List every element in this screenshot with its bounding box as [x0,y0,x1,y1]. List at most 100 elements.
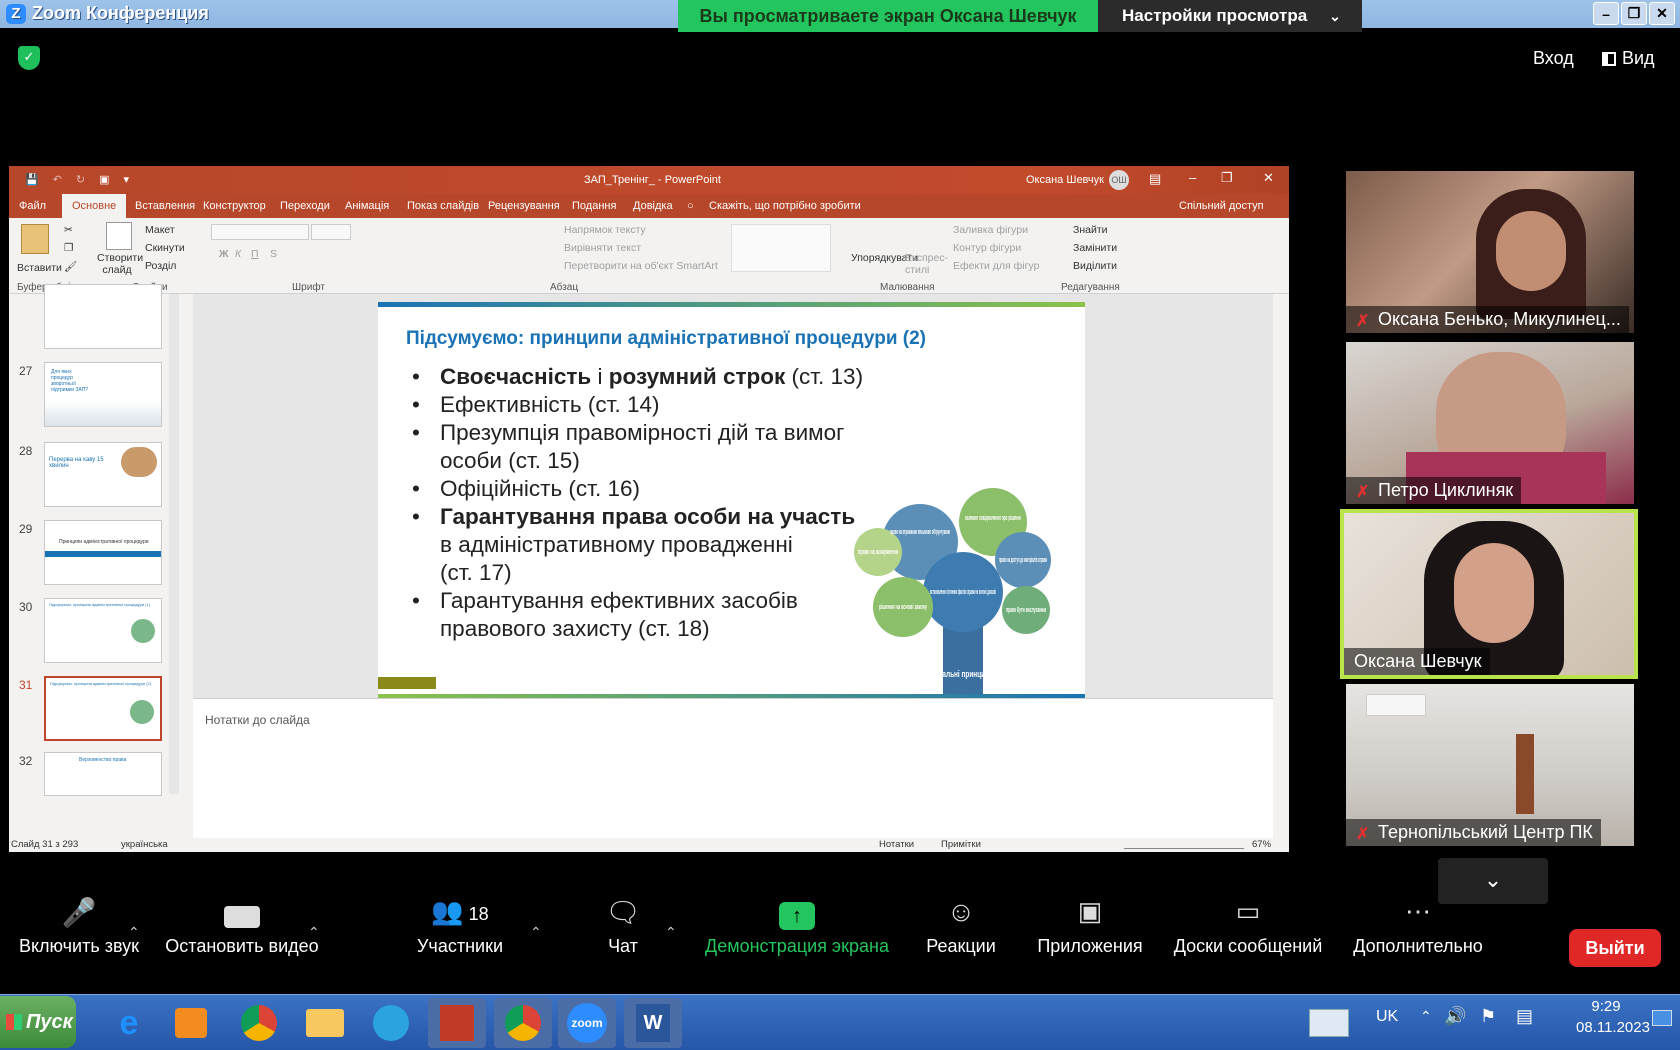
participant-video[interactable]: ✗ Оксана Бенько, Микулинец... [1346,171,1634,333]
notes-toggle[interactable]: Нотатки [879,839,914,850]
align-text-button[interactable]: Вирівняти текст [564,242,641,254]
apps-button[interactable]: ▣ Приложения [1030,896,1150,957]
underline-button[interactable]: П [251,248,259,260]
find-button[interactable]: Знайти [1073,224,1108,236]
share-screen-button[interactable]: ↑ Демонстрация экрана [697,896,897,957]
tell-me-box[interactable]: Скажіть, що потрібно зробити [709,200,861,212]
stop-video-button[interactable]: Остановить видео [162,896,322,957]
audio-options-caret[interactable]: ⌃ [128,924,140,941]
network-icon[interactable]: ▤ [1516,1006,1533,1027]
cut-icon[interactable]: ✂ [64,224,73,236]
language-indicator[interactable]: українська [121,839,168,850]
shape-fill-button[interactable]: Заливка фігури [953,224,1028,236]
internet-explorer-icon[interactable]: e [100,998,158,1048]
chat-button[interactable]: 🗨 Чат [593,896,653,957]
slide-thumbnail[interactable] [44,284,162,349]
tab-home[interactable]: Основне [62,194,127,218]
layout-button[interactable]: Макет [145,224,175,236]
folder-icon[interactable] [296,998,354,1048]
tab-insert[interactable]: Вставлення [135,200,195,212]
volume-icon[interactable]: 🔊 [1444,1006,1466,1027]
reactions-button[interactable]: ☺ Реакции [921,896,1001,957]
action-center-flag-icon[interactable]: ⚑ [1480,1006,1496,1027]
replace-button[interactable]: Замінити [1073,242,1117,254]
participant-video[interactable]: ✗ Тернопільський Центр ПК [1346,684,1634,846]
zoom-level[interactable]: 67% [1252,839,1271,850]
participant-video-active-speaker[interactable]: Оксана Шевчук [1340,509,1638,679]
start-button[interactable]: Пуск [0,996,76,1048]
font-name-select[interactable] [211,224,309,240]
view-button[interactable]: Вид [1602,48,1655,69]
word-taskbar-icon[interactable]: W [624,998,682,1048]
smartart-button[interactable]: Перетворити на об'єкт SmartArt [564,260,718,272]
zoom-taskbar-icon[interactable]: zoom [558,998,616,1048]
slide-thumbnail[interactable]: Перерва на каву 15 хвилин [44,442,162,507]
format-painter-icon[interactable]: 🖌 [64,260,77,273]
ppt-restore-button[interactable]: ❐ [1221,170,1233,186]
show-desktop-button[interactable] [1652,1010,1672,1026]
chrome-profile-icon[interactable] [494,998,552,1048]
slide-thumbnail-selected[interactable]: Підсумуємо: принципи адміністративної пр… [44,676,162,741]
reset-button[interactable]: Скинути [145,242,185,254]
share-button[interactable]: Спільний доступ [1179,200,1264,212]
tab-slideshow[interactable]: Показ слайдів [407,200,479,212]
shadow-button[interactable]: S [270,248,277,260]
section-button[interactable]: Розділ [145,260,176,272]
more-button[interactable]: ⋯ Дополнительно [1348,896,1488,957]
security-shield-icon[interactable]: ✓ [18,46,40,70]
zoom-slider[interactable] [1124,837,1244,849]
telegram-icon[interactable] [362,998,420,1048]
chat-options-caret[interactable]: ⌃ [665,924,677,941]
participants-options-caret[interactable]: ⌃ [530,924,542,941]
slide-scrollbar[interactable] [1274,294,1286,698]
slide-thumbnail[interactable]: Для яких процедур зворотньої підтримки З… [44,362,162,427]
restore-button[interactable]: ❐ [1621,2,1647,25]
customize-icon[interactable]: ▾ [124,173,130,186]
notes-pane[interactable]: Нотатки до слайда [193,698,1273,838]
tab-view[interactable]: Подання [572,200,616,212]
undo-icon[interactable]: ↶ [53,173,62,186]
minimize-button[interactable]: – [1593,2,1619,25]
redo-icon[interactable]: ↻ [76,173,85,186]
unmute-audio-button[interactable]: 🎤 Включить звук [14,896,144,957]
tab-help[interactable]: Довідка [633,200,673,212]
view-options-button[interactable]: Настройки просмотра ⌄ [1098,0,1362,32]
shapes-gallery[interactable] [731,224,831,272]
tab-transitions[interactable]: Переходи [280,200,330,212]
select-button[interactable]: Виділити [1073,260,1117,272]
ppt-minimize-button[interactable]: – [1189,170,1196,185]
tab-review[interactable]: Рецензування [488,200,560,212]
participants-button[interactable]: 👥 18 Участники [410,896,510,957]
user-avatar[interactable]: ОШ [1109,170,1129,190]
tab-animations[interactable]: Анімація [345,200,389,212]
tray-expand-icon[interactable]: ⌃ [1420,1008,1432,1025]
keyboard-language[interactable]: UK [1376,1008,1398,1026]
slide-thumbnail[interactable]: Верховенство права [44,752,162,796]
ppt-close-button[interactable]: ✕ [1263,170,1274,186]
shape-effects-button[interactable]: Ефекти для фігур [953,260,1039,272]
close-button[interactable]: ✕ [1649,2,1675,25]
pen-tray-icon[interactable] [1300,998,1358,1048]
new-slide-icon[interactable] [106,222,132,250]
slide-thumbnail[interactable]: Принципи адміністративної процедури [44,520,162,585]
leave-meeting-button[interactable]: Выйти [1569,929,1661,967]
whiteboards-button[interactable]: ▭ Доски сообщений [1168,896,1328,957]
clock[interactable]: 9:29 08.11.2023 [1576,998,1650,1036]
participant-video[interactable]: ✗ Петро Циклиняк [1346,342,1634,504]
enter-button[interactable]: Вход [1533,48,1574,69]
ribbon-display-icon[interactable]: ▤ [1149,171,1161,187]
comments-toggle[interactable]: Примітки [941,839,981,850]
thumbnail-scrollbar[interactable] [169,294,179,794]
chrome-icon[interactable] [230,998,288,1048]
shape-outline-button[interactable]: Контур фігури [953,242,1021,254]
paste-button[interactable]: Вставити [17,262,62,274]
italic-button[interactable]: К [235,248,241,260]
text-direction-button[interactable]: Напрямок тексту [564,224,646,236]
font-size-select[interactable] [311,224,351,240]
present-icon[interactable]: ▣ [99,173,109,186]
slide-thumbnail[interactable]: Підсумуємо: принципи адміністративної пр… [44,598,162,663]
new-slide-button[interactable]: Створити слайд [97,252,143,276]
quick-styles-button[interactable]: Експрес-стилі [905,252,949,276]
bold-button[interactable]: Ж [219,248,229,260]
tab-file[interactable]: Файл [19,200,46,212]
